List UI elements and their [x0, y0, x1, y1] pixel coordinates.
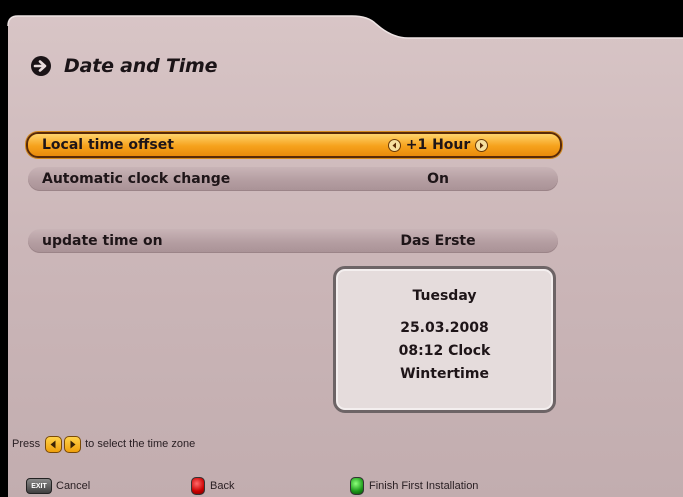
setting-row-update-time-on[interactable]: update time on Das Erste	[28, 229, 558, 253]
arrow-right-key-icon[interactable]	[475, 138, 489, 152]
season-text: Wintertime	[400, 366, 489, 382]
setting-row-local-time-offset[interactable]: Local time offset +1 Hour	[26, 132, 562, 158]
setting-value: On	[427, 171, 449, 187]
setting-label: Local time offset	[42, 137, 174, 153]
date-text: 25.03.2008	[400, 320, 489, 336]
page-title: Date and Time	[64, 55, 218, 77]
finish-label: Finish First Installation	[369, 480, 479, 492]
page-header: Date and Time	[30, 51, 217, 81]
time-text: 08:12 Clock	[398, 343, 491, 359]
arrow-right-circle-icon	[31, 56, 51, 76]
left-key-icon	[45, 435, 63, 453]
day-text: Tuesday	[412, 288, 477, 304]
back-label: Back	[210, 480, 235, 492]
setting-label: update time on	[42, 233, 163, 249]
right-key-icon	[64, 435, 82, 453]
green-key-icon	[350, 477, 364, 495]
arrow-left-key-icon[interactable]	[387, 138, 401, 152]
datetime-info-box: Tuesday 25.03.2008 08:12 Clock Wintertim…	[333, 266, 556, 413]
cancel-label: Cancel	[56, 480, 91, 492]
screen: Date and Time Local time offset +1 Hour …	[0, 0, 683, 497]
hint-prefix: Press	[12, 438, 41, 450]
cancel-button[interactable]: EXIT Cancel	[26, 476, 90, 496]
back-button[interactable]: Back	[191, 476, 234, 496]
finish-first-installation-button[interactable]: Finish First Installation	[350, 476, 478, 496]
help-hint: Press to select the time zone	[12, 434, 195, 454]
setting-row-automatic-clock-change[interactable]: Automatic clock change On	[28, 167, 558, 191]
exit-key-icon: EXIT	[26, 478, 52, 494]
setting-value: Das Erste	[400, 233, 476, 249]
red-key-icon	[191, 477, 205, 495]
setting-value-text: +1 Hour	[405, 137, 471, 153]
setting-label: Automatic clock change	[42, 171, 231, 187]
hint-suffix: to select the time zone	[85, 438, 196, 450]
setting-value[interactable]: +1 Hour	[358, 134, 518, 159]
